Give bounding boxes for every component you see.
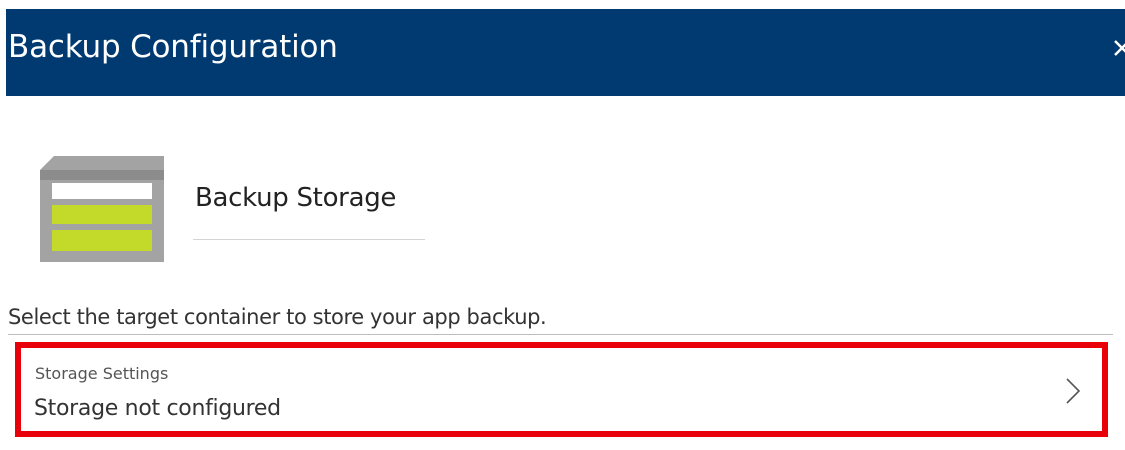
description-divider [8, 334, 1113, 335]
blade-title: Backup Configuration [8, 29, 338, 65]
storage-settings-value: Storage not configured [34, 396, 281, 421]
chevron-right-icon [1066, 378, 1080, 404]
storage-icon [40, 156, 164, 262]
section-title: Backup Storage [195, 183, 397, 213]
storage-settings-label: Storage Settings [35, 364, 169, 383]
section-description: Select the target container to store you… [8, 305, 547, 329]
storage-settings-row[interactable]: Storage Settings Storage not configured [15, 342, 1108, 437]
close-button[interactable] [1111, 27, 1125, 67]
section-divider [193, 239, 425, 240]
close-icon [1114, 40, 1125, 56]
blade-header: Backup Configuration [6, 9, 1125, 96]
